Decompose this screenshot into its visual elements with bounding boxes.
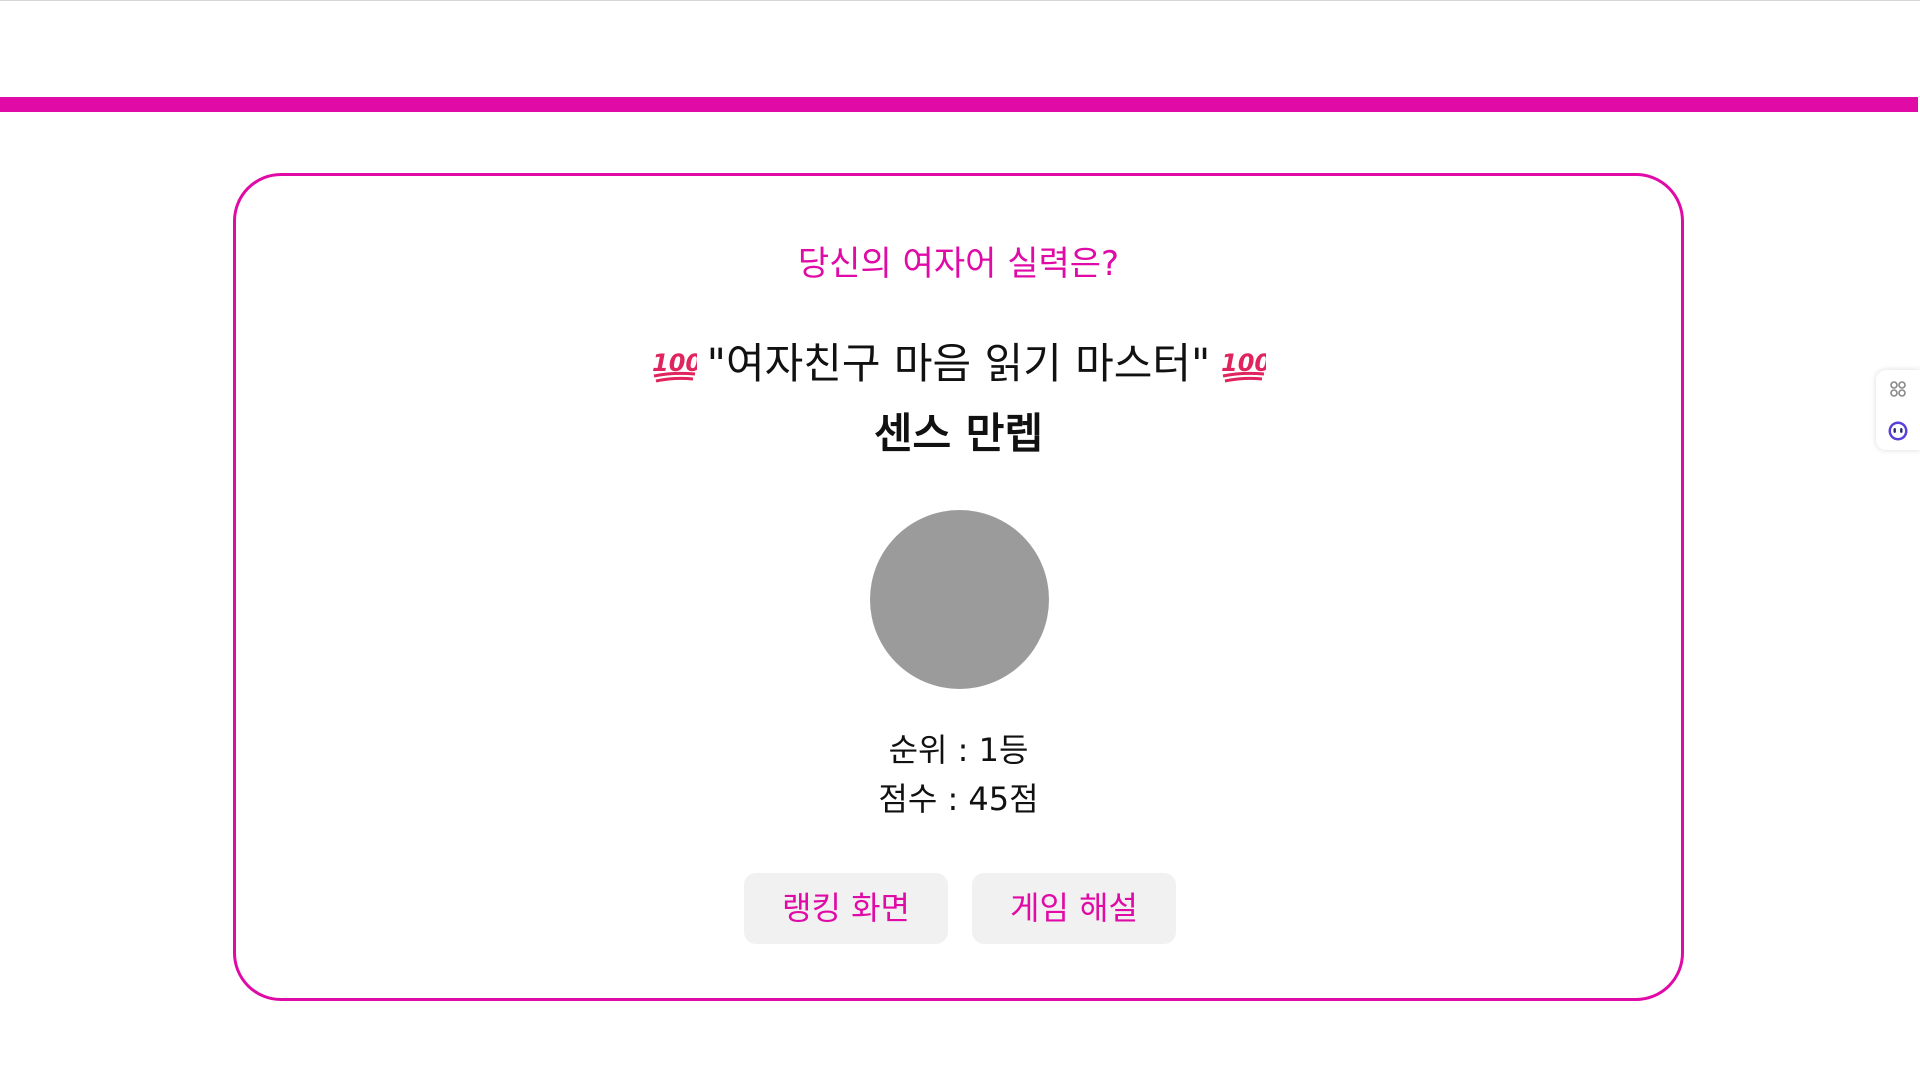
game-explanation-button[interactable]: 게임 해설 [972, 873, 1176, 944]
score-text: 점수 : 45점 [878, 780, 1039, 818]
result-subtitle: 센스 만렙 [873, 409, 1044, 458]
result-card: 당신의 여자어 실력은? 100 "여자친구 마음 읽기 마스터" 100 센스… [233, 173, 1684, 1001]
header-accent-bar [0, 97, 1918, 112]
hundred-points-icon: 100 [1221, 349, 1266, 383]
assistant-bot-icon[interactable] [1887, 420, 1909, 442]
top-border [0, 0, 1920, 1]
result-title-row: 100 "여자친구 마음 읽기 마스터" 100 [236, 336, 1681, 392]
result-question: 당신의 여자어 실력은? [797, 244, 1120, 284]
result-avatar [870, 510, 1049, 689]
result-title: "여자친구 마음 읽기 마스터" [706, 339, 1211, 388]
grid-command-icon[interactable] [1887, 378, 1909, 400]
ranking-screen-button[interactable]: 랭킹 화면 [744, 873, 948, 944]
side-widget [1876, 370, 1920, 450]
hundred-points-icon: 100 [652, 349, 697, 383]
rank-text: 순위 : 1등 [888, 731, 1029, 769]
